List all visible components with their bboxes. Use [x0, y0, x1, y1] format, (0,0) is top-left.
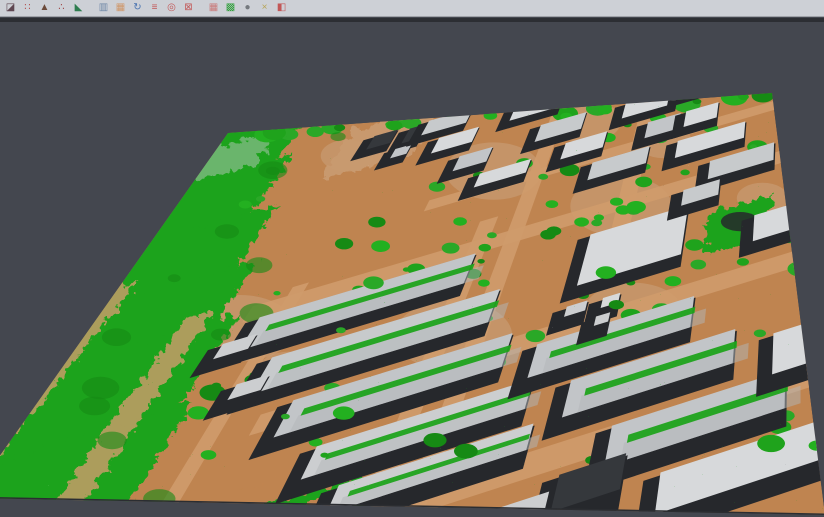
main-toolbar: ◪∷▲∴◣▥▦↻≡◎⊠▦▩●×◧: [0, 0, 824, 17]
building-shadow: [819, 340, 824, 443]
building-shadow: [814, 226, 824, 292]
toolbar-divider: [0, 18, 824, 22]
point-cloud-terrain: [0, 22, 824, 517]
viewport-3d[interactable]: [0, 22, 824, 517]
ruler-icon[interactable]: ▥: [96, 1, 111, 15]
selection-box-icon[interactable]: ⊠: [181, 1, 196, 15]
profile-lines-icon[interactable]: ≡: [147, 1, 162, 15]
target-circle-icon[interactable]: ◎: [164, 1, 179, 15]
open-scene-icon[interactable]: ◪: [3, 1, 18, 15]
cross-section-icon[interactable]: ×: [257, 1, 272, 15]
speckle-dark: [0, 22, 824, 517]
classification-icon[interactable]: ▩: [223, 1, 238, 15]
sample-points-icon[interactable]: ∴: [54, 1, 69, 15]
refresh-view-icon[interactable]: ↻: [130, 1, 145, 15]
green-hill-icon[interactable]: ◣: [71, 1, 86, 15]
building-roof: [679, 75, 717, 97]
viewport-container: [0, 22, 824, 517]
sphere-render-icon[interactable]: ●: [240, 1, 255, 15]
flag-half-icon[interactable]: ◧: [274, 1, 289, 15]
orange-grid-icon[interactable]: ▦: [113, 1, 128, 15]
red-grid-icon[interactable]: ▦: [206, 1, 221, 15]
app-window: ◪∷▲∴◣▥▦↻≡◎⊠▦▩●×◧: [0, 0, 824, 517]
point-cluster-icon[interactable]: ∷: [20, 1, 35, 15]
terrain-icon[interactable]: ▲: [37, 1, 52, 15]
